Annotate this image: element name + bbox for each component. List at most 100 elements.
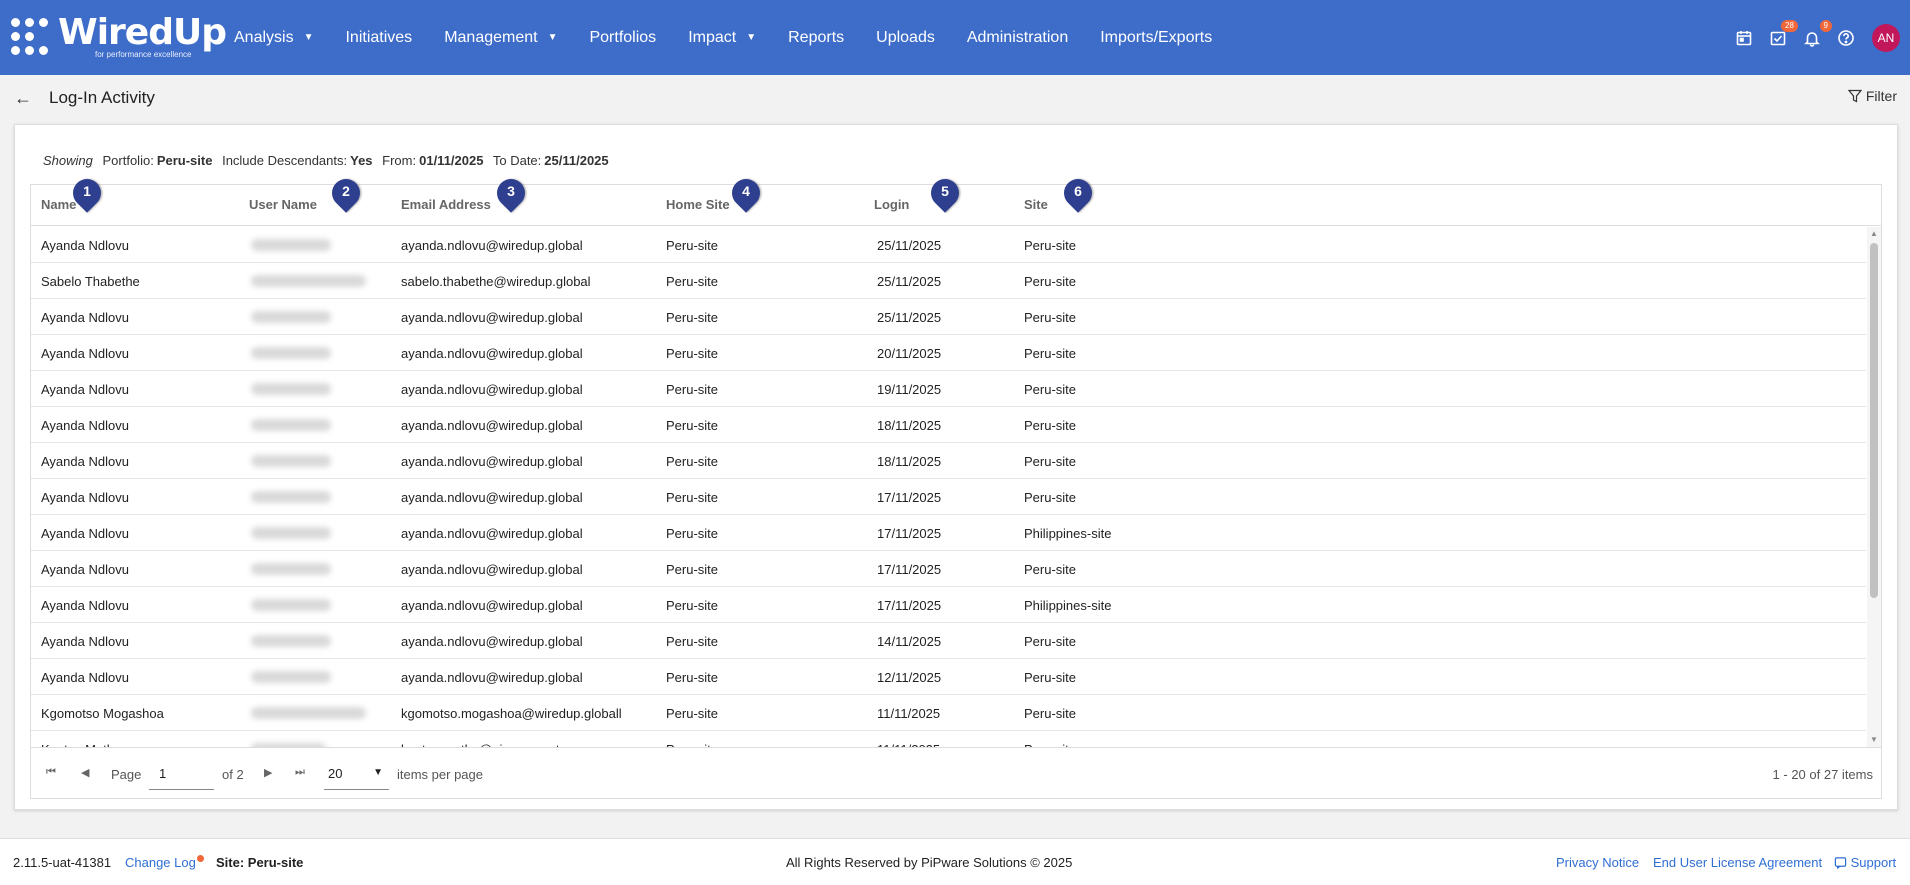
next-page-icon[interactable]: ▶ xyxy=(264,766,272,779)
last-page-icon[interactable]: ⏭ xyxy=(295,766,305,779)
nav-label: Portfolios xyxy=(589,28,657,46)
tasks-badge: 28 xyxy=(1781,19,1798,32)
column-header-email-address[interactable]: Email Address xyxy=(401,197,491,212)
cell-email: kgomotso.mogashoa@wiredup.globall xyxy=(401,706,622,721)
nav-label: Initiatives xyxy=(345,28,413,46)
annotation-marker: 2 xyxy=(326,173,366,215)
scroll-down-icon[interactable]: ▼ xyxy=(1867,735,1881,744)
items-per-page-select[interactable]: 20 ▼ xyxy=(324,758,389,790)
cell-home: Peru-site xyxy=(666,526,719,541)
table-row[interactable]: Ayanda Ndlovu ayanda.ndlovu@wiredup.globa… xyxy=(31,659,1866,695)
nav-analysis[interactable]: Analysis ▼ xyxy=(218,0,329,75)
cell-name: Ayanda Ndlovu xyxy=(41,670,129,685)
table-row[interactable]: Ayanda Ndlovu ayanda.ndlovu@wiredup.globa… xyxy=(31,335,1866,371)
page-label: Page xyxy=(111,767,142,782)
nav-initiatives[interactable]: Initiatives xyxy=(329,0,428,75)
redacted-username xyxy=(251,491,331,503)
table-row[interactable]: Kgomotso Mogashoa kgomotso.mogashoa@wired… xyxy=(31,695,1866,731)
eula-link[interactable]: End User License Agreement xyxy=(1653,855,1822,870)
new-indicator-dot xyxy=(196,855,204,862)
table-row[interactable]: Ayanda Ndlovu ayanda.ndlovu@wiredup.globa… xyxy=(31,371,1866,407)
table-row[interactable]: Ayanda Ndlovu ayanda.ndlovu@wiredup.globa… xyxy=(31,227,1866,263)
nav-impact[interactable]: Impact ▼ xyxy=(672,0,772,75)
nav-administration[interactable]: Administration xyxy=(951,0,1084,75)
wiredup-logo[interactable]: WiredUp for performance excellence xyxy=(11,12,227,62)
showing-label: Showing xyxy=(43,153,93,168)
table-row[interactable]: Ayanda Ndlovu ayanda.ndlovu@wiredup.globa… xyxy=(31,443,1866,479)
table-row[interactable]: Ayanda Ndlovu ayanda.ndlovu@wiredup.globa… xyxy=(31,299,1866,335)
portfolio-label: Portfolio: xyxy=(102,153,154,168)
help-icon[interactable] xyxy=(1834,26,1858,50)
annotation-marker: 5 xyxy=(925,173,965,215)
top-navbar: WiredUp for performance excellence Analy… xyxy=(0,0,1910,75)
cell-name: Ayanda Ndlovu xyxy=(41,418,129,433)
user-avatar[interactable]: AN xyxy=(1872,23,1900,52)
column-header-home-site[interactable]: Home Site xyxy=(666,197,730,212)
caret-down-icon: ▼ xyxy=(746,32,757,43)
vertical-scrollbar[interactable]: ▲ ▼ xyxy=(1867,227,1881,747)
first-page-icon[interactable]: ⏮ xyxy=(46,766,56,779)
cell-site: Peru-site xyxy=(1024,238,1077,253)
caret-down-icon: ▼ xyxy=(547,32,558,43)
cell-home: Peru-site xyxy=(666,490,719,505)
nav-label: Reports xyxy=(788,28,845,46)
cell-site: Peru-site xyxy=(1024,562,1077,577)
bell-icon[interactable]: 9 xyxy=(1800,19,1832,50)
back-arrow-icon[interactable]: ← xyxy=(12,87,34,109)
cell-login: 12/11/2025 xyxy=(877,670,942,685)
nav-uploads[interactable]: Uploads xyxy=(860,0,951,75)
table-row[interactable]: Ayanda Ndlovu ayanda.ndlovu@wiredup.globa… xyxy=(31,515,1866,551)
grid-body: Ayanda Ndlovu ayanda.ndlovu@wiredup.globa… xyxy=(31,227,1881,747)
previous-page-icon[interactable]: ◀ xyxy=(81,766,89,779)
filter-button[interactable]: Filter xyxy=(1847,88,1897,104)
table-row[interactable]: Ayanda Ndlovu ayanda.ndlovu@wiredup.globa… xyxy=(31,623,1866,659)
cell-login: 20/11/2025 xyxy=(877,346,942,361)
column-header-site[interactable]: Site xyxy=(1024,197,1048,212)
column-header-name[interactable]: Name xyxy=(41,197,76,212)
column-header-user-name[interactable]: User Name xyxy=(249,197,317,212)
cell-name: Ayanda Ndlovu xyxy=(41,310,129,325)
cell-email: ayanda.ndlovu@wiredup.global xyxy=(401,598,583,613)
items-per-page-value: 20 xyxy=(328,766,343,781)
nav-label: Administration xyxy=(966,28,1069,46)
logo-text: WiredUp xyxy=(58,12,227,53)
nav-portfolios[interactable]: Portfolios xyxy=(573,0,672,75)
calendar-icon[interactable] xyxy=(1732,26,1756,50)
column-header-login[interactable]: Login xyxy=(874,197,909,212)
nav-management[interactable]: Management ▼ xyxy=(428,0,573,75)
nav-imports-exports[interactable]: Imports/Exports xyxy=(1084,0,1228,75)
page-footer: 2.11.5-uat-41381 Change Log Site: Peru-s… xyxy=(0,838,1910,885)
cell-site: Philippines-site xyxy=(1024,598,1112,613)
marker-number: 1 xyxy=(83,183,91,199)
table-row[interactable]: Ayanda Ndlovu ayanda.ndlovu@wiredup.globa… xyxy=(31,407,1866,443)
change-log-link[interactable]: Change Log xyxy=(125,855,204,870)
table-row[interactable]: Ayanda Ndlovu ayanda.ndlovu@wiredup.globa… xyxy=(31,587,1866,623)
cell-login: 25/11/2025 xyxy=(877,274,942,289)
filter-summary: Showing Portfolio: Peru-site Include Desc… xyxy=(43,153,615,168)
tasks-icon[interactable]: 28 xyxy=(1766,19,1798,50)
page-number-input[interactable]: 1 xyxy=(149,758,214,790)
cell-name: Sabelo Thabethe xyxy=(41,274,140,289)
cell-site: Peru-site xyxy=(1024,346,1077,361)
scrollbar-thumb[interactable] xyxy=(1870,243,1878,598)
table-row[interactable]: Kgotso Mathekgotso.mathe@pipware.netPeru… xyxy=(31,731,1866,747)
cell-login: 18/11/2025 xyxy=(877,454,942,469)
redacted-username xyxy=(251,455,331,467)
main-menu: Analysis ▼ Initiatives Management ▼ Portfolio… xyxy=(218,0,1228,75)
privacy-notice-link[interactable]: Privacy Notice xyxy=(1556,855,1639,870)
table-row[interactable]: Ayanda Ndlovu ayanda.ndlovu@wiredup.globa… xyxy=(31,551,1866,587)
table-row[interactable]: Ayanda Ndlovu ayanda.ndlovu@wiredup.globa… xyxy=(31,479,1866,515)
redacted-username xyxy=(251,671,331,683)
table-row[interactable]: Sabelo Thabethe sabelo.thabethe@wiredup.g… xyxy=(31,263,1866,299)
scroll-up-icon[interactable]: ▲ xyxy=(1867,229,1881,238)
cell-name: Ayanda Ndlovu xyxy=(41,562,129,577)
redacted-username xyxy=(251,527,331,539)
cell-login: 17/11/2025 xyxy=(877,598,942,613)
nav-reports[interactable]: Reports xyxy=(772,0,860,75)
marker-number: 5 xyxy=(941,183,949,199)
cell-home: Peru-site xyxy=(666,238,719,253)
cell-login: 25/11/2025 xyxy=(877,238,942,253)
support-link[interactable]: Support xyxy=(1834,855,1896,870)
redacted-username xyxy=(251,707,366,719)
nav-label: Uploads xyxy=(876,28,935,46)
